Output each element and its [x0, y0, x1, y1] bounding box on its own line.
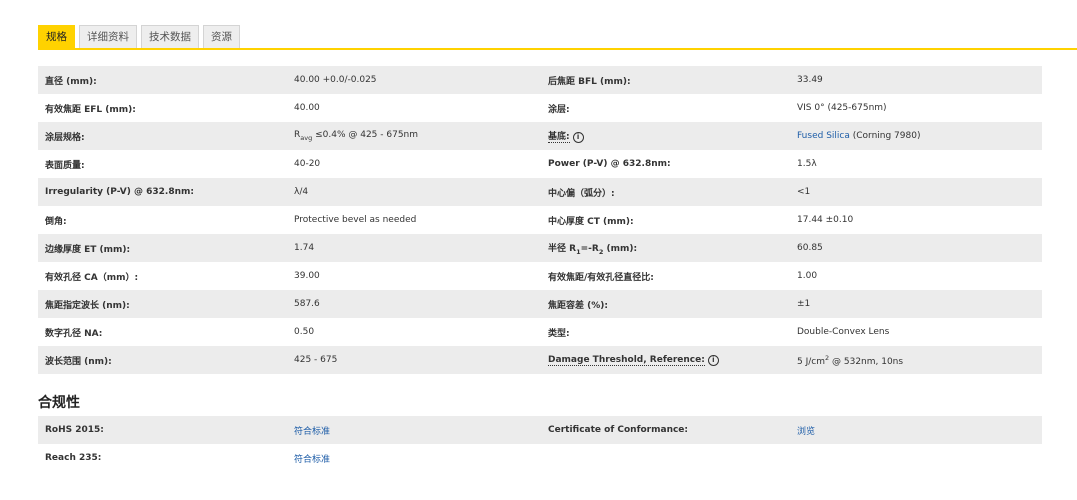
spec-label: 中心偏（弧分）:	[541, 178, 790, 206]
table-row: 表面质量: 40-20 Power (P-V) @ 632.8nm: 1.5λ	[38, 150, 1042, 178]
tab-underline	[38, 48, 1077, 50]
spec-label: 半径 R1=-R2 (mm):	[541, 234, 790, 262]
spec-label: Power (P-V) @ 632.8nm:	[541, 150, 790, 178]
spec-value: 1.5λ	[790, 150, 1042, 178]
spec-label: Certificate of Conformance:	[541, 416, 790, 444]
spec-value: Double-Convex Lens	[790, 318, 1042, 346]
spec-value: 33.49	[790, 66, 1042, 94]
spec-value: Protective bevel as needed	[287, 206, 541, 234]
table-row: Reach 235: 符合标准	[38, 444, 1042, 472]
spec-value: 40.00	[287, 94, 541, 122]
table-row: 边缘厚度 ET (mm): 1.74 半径 R1=-R2 (mm): 60.85	[38, 234, 1042, 262]
table-row: 有效孔径 CA（mm）: 39.00 有效焦距/有效孔径直径比: 1.00	[38, 262, 1042, 290]
label-text: (mm):	[603, 243, 638, 254]
info-icon[interactable]: i	[707, 354, 719, 366]
spec-value: 40.00 +0.0/-0.025	[287, 66, 541, 94]
label-text: 半径 R	[548, 243, 577, 254]
spec-label: 边缘厚度 ET (mm):	[38, 234, 287, 262]
info-icon[interactable]: i	[572, 132, 584, 143]
spec-label: 中心厚度 CT (mm):	[541, 206, 790, 234]
spec-value: 17.44 ±0.10	[790, 206, 1042, 234]
damage-threshold-label[interactable]: Damage Threshold, Reference:	[548, 354, 705, 366]
reach-compliant-link[interactable]: 符合标准	[294, 455, 330, 465]
spec-value: 浏览	[790, 416, 1042, 444]
table-row: Irregularity (P-V) @ 632.8nm: λ/4 中心偏（弧分…	[38, 178, 1042, 206]
spec-value: ±1	[790, 290, 1042, 318]
table-row: 数字孔径 NA: 0.50 类型: Double-Convex Lens	[38, 318, 1042, 346]
table-row: 有效焦距 EFL (mm): 40.00 涂层: VIS 0° (425-675…	[38, 94, 1042, 122]
substrate-link[interactable]: Fused Silica	[797, 131, 850, 141]
compliance-table: RoHS 2015: 符合标准 Certificate of Conforman…	[38, 416, 1042, 472]
value-text: @ 532nm, 10ns	[829, 356, 904, 367]
spec-label: 直径 (mm):	[38, 66, 287, 94]
table-row: 焦距指定波长 (nm): 587.6 焦距容差 (%): ±1	[38, 290, 1042, 318]
spec-value: 40-20	[287, 150, 541, 178]
value-text: 5 J/cm	[797, 356, 825, 367]
spec-value: 符合标准	[287, 444, 541, 472]
table-row: 波长范围 (nm): 425 - 675 Damage Threshold, R…	[38, 346, 1042, 374]
spec-label: 类型:	[541, 318, 790, 346]
compliance-title: 合规性	[38, 395, 80, 411]
spec-value: VIS 0° (425-675nm)	[790, 94, 1042, 122]
spec-value: Ravg ≤0.4% @ 425 - 675nm	[287, 122, 541, 150]
tab-bar: 规格 详细资料 技术数据 资源	[38, 25, 240, 49]
tab-resources[interactable]: 资源	[203, 25, 240, 49]
spec-value: 1.74	[287, 234, 541, 262]
table-row: 涂层规格: Ravg ≤0.4% @ 425 - 675nm 基底: i Fuse…	[38, 122, 1042, 150]
tab-tech-data[interactable]: 技术数据	[141, 25, 199, 49]
substrate-label[interactable]: 基底:	[548, 132, 570, 143]
spec-value: 60.85	[790, 234, 1042, 262]
spec-label: 倒角:	[38, 206, 287, 234]
table-row: 直径 (mm): 40.00 +0.0/-0.025 后焦距 BFL (mm):…	[38, 66, 1042, 94]
spec-label: 涂层:	[541, 94, 790, 122]
spec-value: 5 J/cm2 @ 532nm, 10ns	[790, 346, 1042, 374]
spec-label: 后焦距 BFL (mm):	[541, 66, 790, 94]
spec-value: Fused Silica (Corning 7980)	[790, 122, 1042, 150]
spec-label: Reach 235:	[38, 444, 287, 472]
spec-label: 基底: i	[541, 122, 790, 150]
spec-value: 39.00	[287, 262, 541, 290]
value-text: ≤0.4% @ 425 - 675nm	[312, 130, 419, 141]
spec-label: 数字孔径 NA:	[38, 318, 287, 346]
spec-value: 符合标准	[287, 416, 541, 444]
value-text: (Corning 7980)	[849, 131, 921, 141]
spec-value: 425 - 675	[287, 346, 541, 374]
spec-label: 有效焦距/有效孔径直径比:	[541, 262, 790, 290]
table-row: RoHS 2015: 符合标准 Certificate of Conforman…	[38, 416, 1042, 444]
spec-label: 涂层规格:	[38, 122, 287, 150]
rohs-compliant-link[interactable]: 符合标准	[294, 427, 330, 437]
spec-table: 直径 (mm): 40.00 +0.0/-0.025 后焦距 BFL (mm):…	[38, 66, 1042, 374]
tab-specs[interactable]: 规格	[38, 25, 75, 49]
empty-cell	[541, 444, 790, 472]
certificate-view-link[interactable]: 浏览	[797, 427, 815, 437]
spec-value: 587.6	[287, 290, 541, 318]
spec-label: 有效焦距 EFL (mm):	[38, 94, 287, 122]
empty-cell	[790, 444, 1042, 472]
spec-label: Irregularity (P-V) @ 632.8nm:	[38, 178, 287, 206]
spec-value: λ/4	[287, 178, 541, 206]
spec-value: <1	[790, 178, 1042, 206]
spec-label: 波长范围 (nm):	[38, 346, 287, 374]
spec-label: Damage Threshold, Reference: i	[541, 346, 790, 374]
value-subscript: avg	[300, 133, 313, 142]
spec-label: RoHS 2015:	[38, 416, 287, 444]
label-text: =-R	[580, 243, 599, 254]
spec-value: 1.00	[790, 262, 1042, 290]
spec-label: 有效孔径 CA（mm）:	[38, 262, 287, 290]
spec-label: 焦距指定波长 (nm):	[38, 290, 287, 318]
tab-details[interactable]: 详细资料	[79, 25, 137, 49]
spec-label: 焦距容差 (%):	[541, 290, 790, 318]
table-row: 倒角: Protective bevel as needed 中心厚度 CT (…	[38, 206, 1042, 234]
spec-value: 0.50	[287, 318, 541, 346]
spec-label: 表面质量:	[38, 150, 287, 178]
